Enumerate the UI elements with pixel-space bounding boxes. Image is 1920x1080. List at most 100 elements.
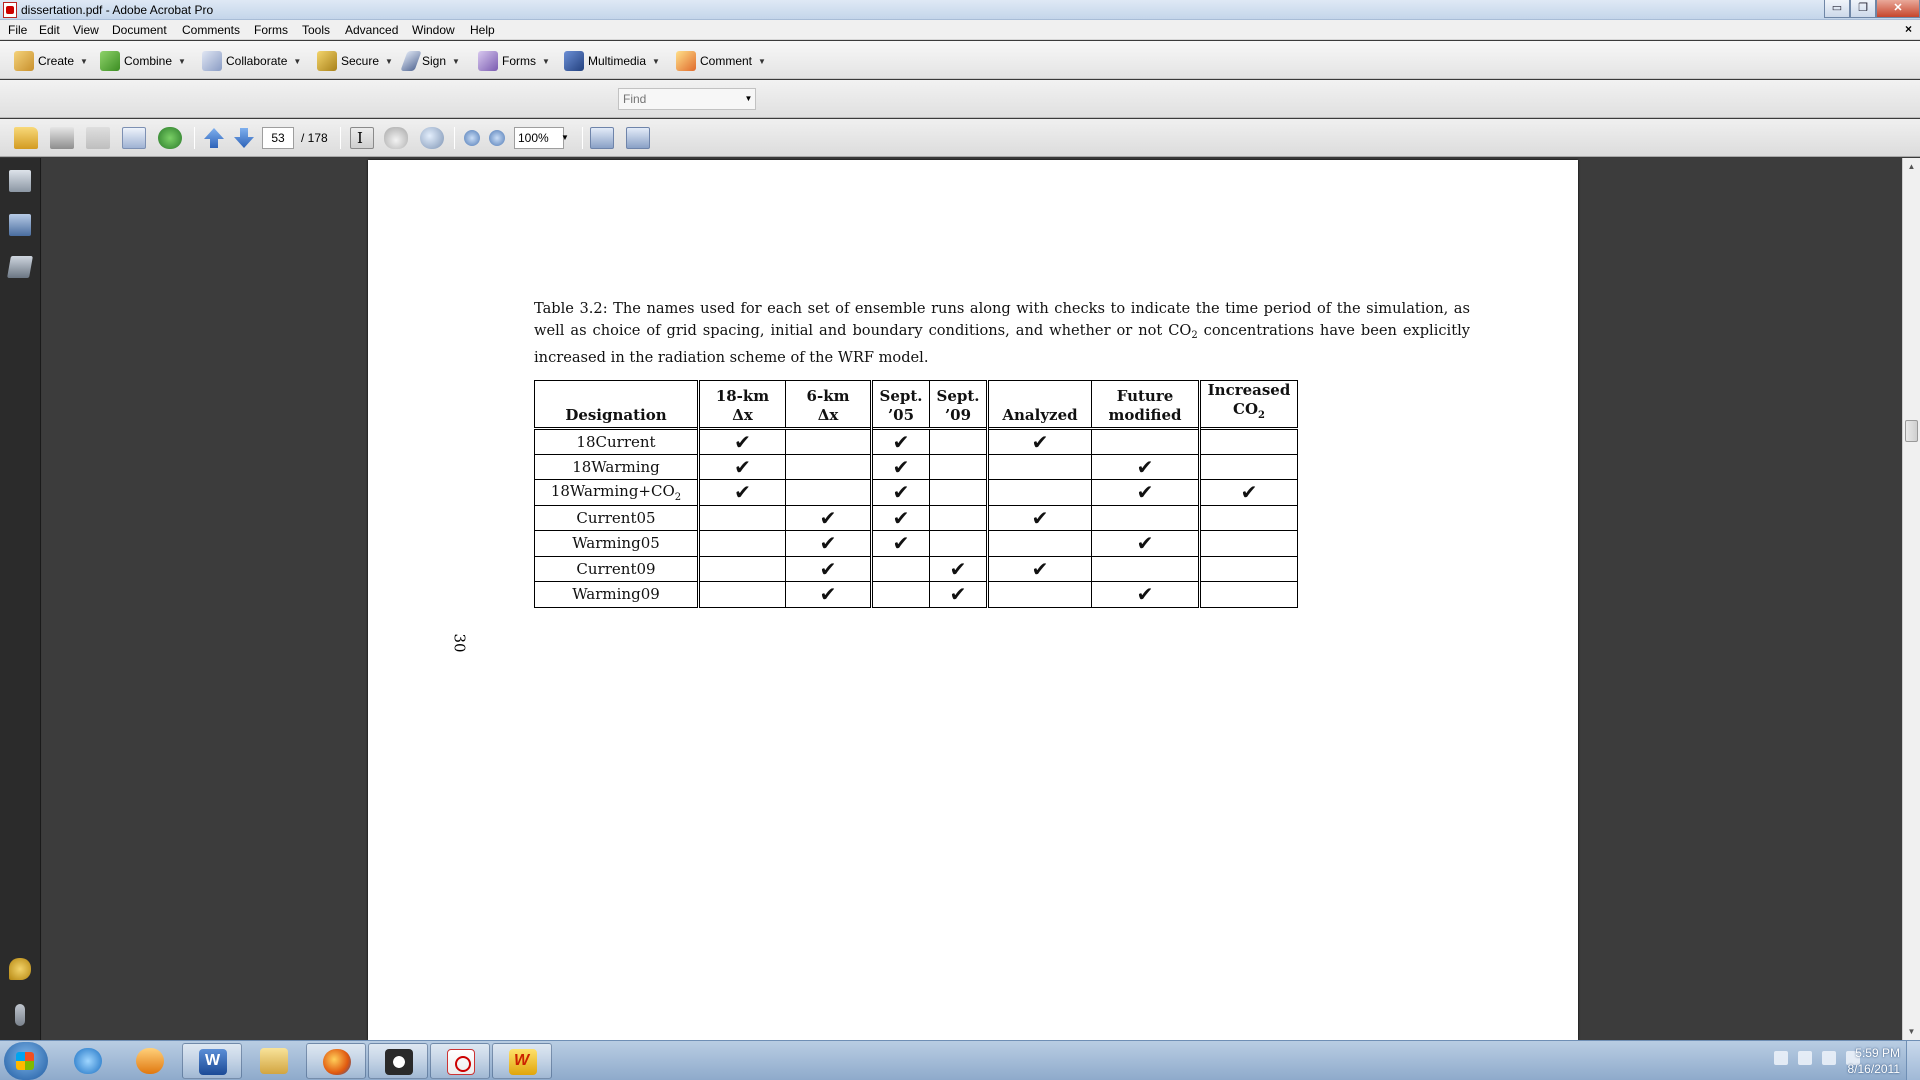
document-close-button[interactable]: ×	[1905, 22, 1912, 36]
taskbar-acrobat[interactable]	[430, 1043, 490, 1079]
menu-advanced[interactable]: Advanced	[345, 23, 398, 37]
cell-sep05: ✔	[871, 453, 930, 480]
designation-cell: 18Warming	[534, 453, 700, 480]
zoom-out-icon[interactable]	[464, 130, 480, 146]
cell-km18	[698, 555, 786, 582]
create-icon	[14, 51, 34, 71]
cell-analyzed	[987, 479, 1092, 506]
cell-km6	[785, 428, 873, 455]
header-increased-co2: Increased CO2	[1199, 380, 1298, 429]
header-text: ’05	[887, 406, 915, 424]
check-mark-icon: ✔	[949, 582, 967, 607]
comment-button[interactable]: Comment ▼	[676, 50, 766, 72]
check-mark-icon: ✔	[1240, 480, 1258, 505]
header-sept05: Sept. ’05	[871, 380, 930, 429]
menu-forms[interactable]: Forms	[254, 23, 288, 37]
open-folder-icon[interactable]	[14, 127, 38, 149]
acrobat-app-icon[interactable]	[3, 2, 17, 18]
menu-help[interactable]: Help	[470, 23, 495, 37]
menu-view[interactable]: View	[73, 23, 99, 37]
restore-button[interactable]: ❐	[1850, 0, 1876, 18]
vertical-scrollbar[interactable]: ▲ ▼	[1902, 158, 1920, 1040]
cell-km18: ✔	[698, 428, 786, 455]
menu-comments[interactable]: Comments	[182, 23, 240, 37]
zoom-level-input[interactable]: 100%	[514, 127, 564, 149]
forms-label: Forms	[502, 54, 536, 68]
collaborate-button[interactable]: Collaborate ▼	[202, 50, 301, 72]
designation-text: Warming05	[572, 534, 660, 553]
taskbar-media-player[interactable]	[120, 1043, 180, 1079]
menu-edit[interactable]: Edit	[39, 23, 60, 37]
taskbar-firefox[interactable]	[306, 1043, 366, 1079]
page-number-input[interactable]: 53	[262, 127, 294, 149]
designation-subscript: 2	[674, 491, 682, 503]
cell-sep09: ✔	[929, 581, 989, 608]
find-input[interactable]	[619, 89, 742, 109]
sign-label: Sign	[422, 54, 447, 68]
marquee-zoom-icon[interactable]	[420, 127, 444, 149]
upload-icon[interactable]	[158, 127, 182, 149]
bookmarks-icon[interactable]	[9, 214, 31, 236]
table-body: 18Current ✔ ✔ ✔ 18Warming ✔ ✔ ✔ 18Warming+CO2 ✔ ✔ ✔…	[534, 428, 1298, 608]
system-clock[interactable]: 5:59 PM 8/16/2011	[1848, 1045, 1901, 1077]
check-mark-icon: ✔	[1031, 505, 1049, 530]
comment-icon	[676, 51, 696, 71]
taskbar-camtasia[interactable]	[368, 1043, 428, 1079]
chevron-down-icon: ▼	[758, 56, 766, 66]
hand-tool-icon[interactable]	[384, 127, 408, 149]
network-icon[interactable]	[1822, 1051, 1836, 1065]
combine-button[interactable]: Combine ▼	[100, 50, 186, 72]
taskbar-explorer[interactable]	[244, 1043, 304, 1079]
show-hidden-icons-icon[interactable]	[1774, 1051, 1788, 1065]
chevron-down-icon: ▼	[561, 133, 569, 142]
secure-button[interactable]: Secure ▼	[317, 50, 393, 72]
pages-icon[interactable]	[9, 170, 31, 192]
find-options-dropdown[interactable]: ▼	[742, 88, 756, 110]
table-row: Current05 ✔ ✔ ✔	[534, 504, 1298, 531]
clock-time: 5:59 PM	[1855, 1046, 1900, 1060]
designation-cell: Warming09	[534, 581, 700, 608]
menu-file[interactable]: File	[8, 23, 27, 37]
internet-explorer-icon	[74, 1048, 102, 1074]
previous-page-icon[interactable]	[204, 128, 224, 148]
save-icon[interactable]	[86, 127, 110, 149]
menu-tools[interactable]: Tools	[302, 23, 330, 37]
cell-co2	[1199, 453, 1298, 480]
cell-sep05: ✔	[871, 504, 930, 531]
taskbar-word[interactable]	[182, 1043, 242, 1079]
comments-panel-icon[interactable]	[9, 958, 31, 980]
create-button[interactable]: Create ▼	[14, 50, 88, 72]
multimedia-button[interactable]: Multimedia ▼	[564, 50, 660, 72]
scroll-up-arrow[interactable]: ▲	[1903, 158, 1920, 175]
close-button[interactable]: ✕	[1876, 0, 1920, 18]
next-page-icon[interactable]	[234, 128, 254, 148]
fit-width-icon[interactable]	[590, 127, 614, 149]
paperclip-icon[interactable]	[15, 1004, 25, 1026]
taskbar-internet-explorer[interactable]	[58, 1043, 118, 1079]
header-future-modified: Future modified	[1091, 380, 1201, 429]
show-desktop-button[interactable]	[1906, 1041, 1920, 1080]
forms-button[interactable]: Forms ▼	[478, 50, 550, 72]
print-icon[interactable]	[50, 127, 74, 149]
action-center-flag-icon[interactable]	[1798, 1051, 1812, 1065]
minimize-button[interactable]: ▭	[1824, 0, 1850, 18]
signatures-icon[interactable]	[7, 256, 33, 278]
zoom-in-icon[interactable]	[489, 130, 505, 146]
toolbar-divider	[454, 127, 455, 149]
start-button[interactable]	[4, 1042, 48, 1080]
taskbar-winedt[interactable]	[492, 1043, 552, 1079]
menu-document[interactable]: Document	[112, 23, 167, 37]
toolbar-divider	[582, 127, 583, 149]
sign-button[interactable]: Sign ▼	[400, 50, 460, 72]
document-view[interactable]: Table 3.2: The names used for each set o…	[42, 158, 1902, 1040]
select-text-icon[interactable]	[350, 127, 374, 149]
menu-window[interactable]: Window	[412, 23, 455, 37]
scrollbar-thumb[interactable]	[1905, 420, 1918, 442]
lock-icon	[317, 51, 337, 71]
check-mark-icon: ✔	[1136, 531, 1154, 556]
scroll-down-arrow[interactable]: ▼	[1903, 1023, 1920, 1040]
collaborate-icon	[202, 51, 222, 71]
email-icon[interactable]	[122, 127, 146, 149]
zoom-dropdown[interactable]: ▼	[558, 127, 572, 149]
full-screen-icon[interactable]	[626, 127, 650, 149]
